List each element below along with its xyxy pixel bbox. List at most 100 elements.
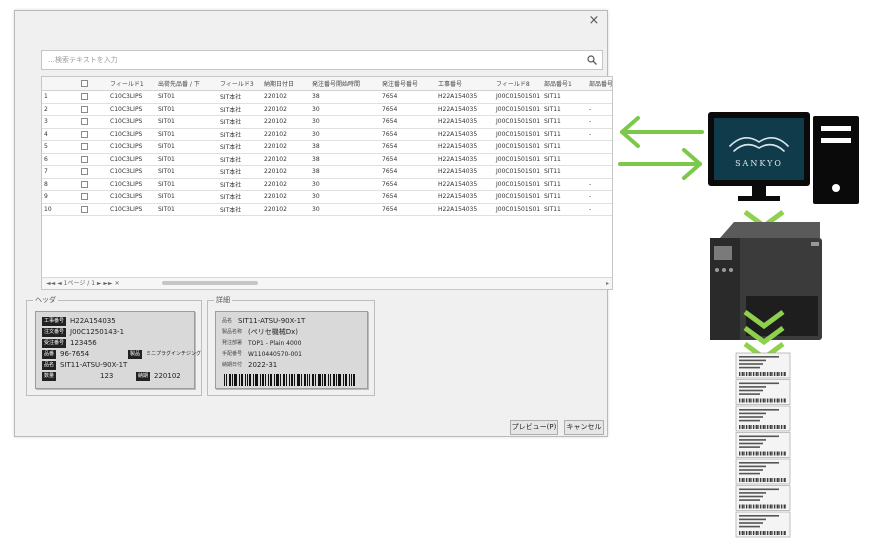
table-row[interactable]: 4 C10C3LIPS SIT01 SIT本社 220102 30 7654 H22A1540… — [42, 129, 612, 141]
table-cell: SIT01 — [158, 155, 175, 163]
table-cell: 220102 — [264, 180, 287, 188]
data-flow-arrows — [618, 116, 704, 180]
detail-field: 手配番号 W110440570-001 — [222, 351, 302, 358]
grid-pager[interactable]: ◄◄ ◄ 1ページ / 1 ► ►► ✕ ▸ — [42, 277, 612, 289]
table-cell: SIT本社 — [220, 144, 242, 152]
row-checkbox[interactable] — [58, 118, 108, 126]
header-extra-field: 製品 ミニプラグインチジング — [128, 350, 202, 359]
table-cell: SIT本社 — [220, 194, 242, 202]
table-cell: SIT本社 — [220, 181, 242, 189]
row-checkbox[interactable] — [58, 168, 108, 176]
right-arrow-icon — [618, 148, 702, 180]
row-checkbox[interactable] — [58, 105, 108, 113]
close-button[interactable]: × — [587, 14, 601, 28]
search-placeholder: …検索テキストを入力 — [48, 56, 118, 64]
column-header[interactable]: 発注番号番号 — [380, 79, 436, 88]
column-header[interactable]: 工事番号 — [436, 79, 494, 88]
table-cell: C10C3LIPS — [110, 105, 143, 113]
table-cell: C10C3LIPS — [110, 168, 143, 176]
table-cell: SIT11 — [544, 118, 561, 126]
table-row[interactable]: 7 C10C3LIPS SIT01 SIT本社 220102 38 7654 H22A1540… — [42, 166, 612, 179]
table-cell: 220102 — [264, 143, 287, 151]
column-header[interactable]: フィールド8 — [494, 79, 542, 88]
table-cell: H22A154035 — [438, 93, 478, 101]
table-cell: SIT01 — [158, 143, 175, 151]
column-header[interactable]: 部品番号 — [587, 79, 612, 88]
row-checkbox[interactable] — [58, 155, 108, 163]
table-cell: 220102 — [264, 93, 287, 101]
row-checkbox[interactable] — [58, 93, 108, 101]
printed-label — [735, 379, 791, 405]
header-label-preview: 工事番号 H22A154035 注文番号 J00C1250143-1 受注番号 123… — [35, 311, 201, 389]
column-header[interactable]: フィールド3 — [218, 79, 262, 88]
printed-label — [735, 405, 791, 432]
table-cell: 7654 — [382, 130, 398, 138]
table-cell: J00C01501S01 — [496, 143, 541, 151]
row-checkbox[interactable] — [58, 130, 108, 138]
data-grid: フィールド1 出荷先品番 / 下 フィールド3 納期日付日 発注番号開始時間 発… — [41, 76, 613, 290]
header-group: ヘッダ 工事番号 H22A154035 注文番号 J00C1250143-1 受注番… — [26, 296, 202, 396]
cancel-button[interactable]: キャンセル — [564, 420, 604, 435]
checkbox-icon — [80, 193, 88, 201]
table-cell: SIT11 — [544, 168, 561, 176]
column-header[interactable]: 発注番号開始時間 — [310, 79, 380, 88]
row-checkbox[interactable] — [58, 205, 108, 213]
table-row[interactable]: 8 C10C3LIPS SIT01 SIT本社 220102 30 7654 H22A1540… — [42, 179, 612, 191]
detail-group: 詳細 品名 SIT11-ATSU-90X-1T 製品名称 (ペリセ機械Dx) 発注部… — [207, 296, 375, 396]
table-cell: SIT01 — [158, 130, 175, 138]
pager-text[interactable]: ◄◄ ◄ 1ページ / 1 ► ►► ✕ — [46, 280, 120, 287]
table-cell: - — [589, 180, 592, 188]
checkbox-icon — [80, 130, 88, 138]
column-header[interactable]: 部品番号1 — [542, 79, 587, 88]
printed-label — [735, 432, 791, 458]
row-checkbox[interactable] — [58, 143, 108, 151]
table-cell: H22A154035 — [438, 105, 478, 113]
table-cell: 7654 — [382, 118, 398, 126]
table-row[interactable]: 10 C10C3LIPS SIT01 SIT本社 220102 30 7654 H22A154… — [42, 204, 612, 216]
search-input[interactable]: …検索テキストを入力 — [41, 50, 603, 70]
printed-labels-strip — [735, 352, 791, 538]
table-cell: 7654 — [382, 105, 398, 113]
table-cell: 30 — [312, 205, 320, 213]
row-number: 8 — [44, 180, 48, 188]
column-header[interactable]: 出荷先品番 / 下 — [156, 79, 218, 88]
table-cell: 7654 — [382, 168, 398, 176]
table-cell: SIT01 — [158, 118, 175, 126]
left-arrow-icon — [620, 116, 704, 148]
row-checkbox[interactable] — [58, 180, 108, 188]
table-cell: H22A154035 — [438, 143, 478, 151]
row-checkbox[interactable] — [58, 193, 108, 201]
table-cell: J00C01501S01 — [496, 105, 541, 113]
table-row[interactable]: 9 C10C3LIPS SIT01 SIT本社 220102 30 7654 H22A1540… — [42, 191, 612, 204]
row-number: 1 — [44, 93, 48, 101]
table-cell: 220102 — [264, 205, 287, 213]
table-row[interactable]: 1 C10C3LIPS SIT01 SIT本社 220102 38 7654 H22A1540… — [42, 91, 612, 104]
table-cell: SIT本社 — [220, 169, 242, 177]
barcode — [224, 374, 355, 386]
table-cell: 7654 — [382, 93, 398, 101]
detail-field: 発注部署 TOP1 - Plain 4000 — [222, 340, 302, 347]
horizontal-scrollbar[interactable] — [162, 281, 258, 285]
scroll-right-icon[interactable]: ▸ — [606, 278, 609, 289]
table-cell: J00C01501S01 — [496, 193, 541, 201]
column-header[interactable]: フィールド1 — [108, 79, 156, 88]
grid-header: フィールド1 出荷先品番 / 下 フィールド3 納期日付日 発注番号開始時間 発… — [42, 77, 612, 91]
table-cell: H22A154035 — [438, 205, 478, 213]
table-cell: J00C01501S01 — [496, 118, 541, 126]
select-all-checkbox[interactable] — [58, 80, 108, 87]
column-header[interactable]: 納期日付日 — [262, 79, 310, 88]
table-row[interactable]: 6 C10C3LIPS SIT01 SIT本社 220102 38 7654 H22A1540… — [42, 154, 612, 166]
table-cell: SIT01 — [158, 93, 175, 101]
row-number: 10 — [44, 205, 52, 213]
table-row[interactable]: 5 C10C3LIPS SIT01 SIT本社 220102 38 7654 H22A1540… — [42, 141, 612, 154]
table-cell: SIT11 — [544, 180, 561, 188]
table-row[interactable]: 2 C10C3LIPS SIT01 SIT本社 220102 30 7654 H22A1540… — [42, 104, 612, 116]
print-dialog: × …検索テキストを入力 フィールド1 出荷先品番 / 下 フィールド3 納期日… — [14, 10, 613, 437]
table-cell: SIT本社 — [220, 94, 242, 102]
table-cell: SIT11 — [544, 193, 561, 201]
table-row[interactable]: 3 C10C3LIPS SIT01 SIT本社 220102 30 7654 H22A1540… — [42, 116, 612, 129]
table-cell: 7654 — [382, 155, 398, 163]
table-cell: SIT01 — [158, 168, 175, 176]
preview-button[interactable]: プレビュー(P) — [510, 420, 558, 435]
search-icon[interactable] — [586, 54, 598, 66]
